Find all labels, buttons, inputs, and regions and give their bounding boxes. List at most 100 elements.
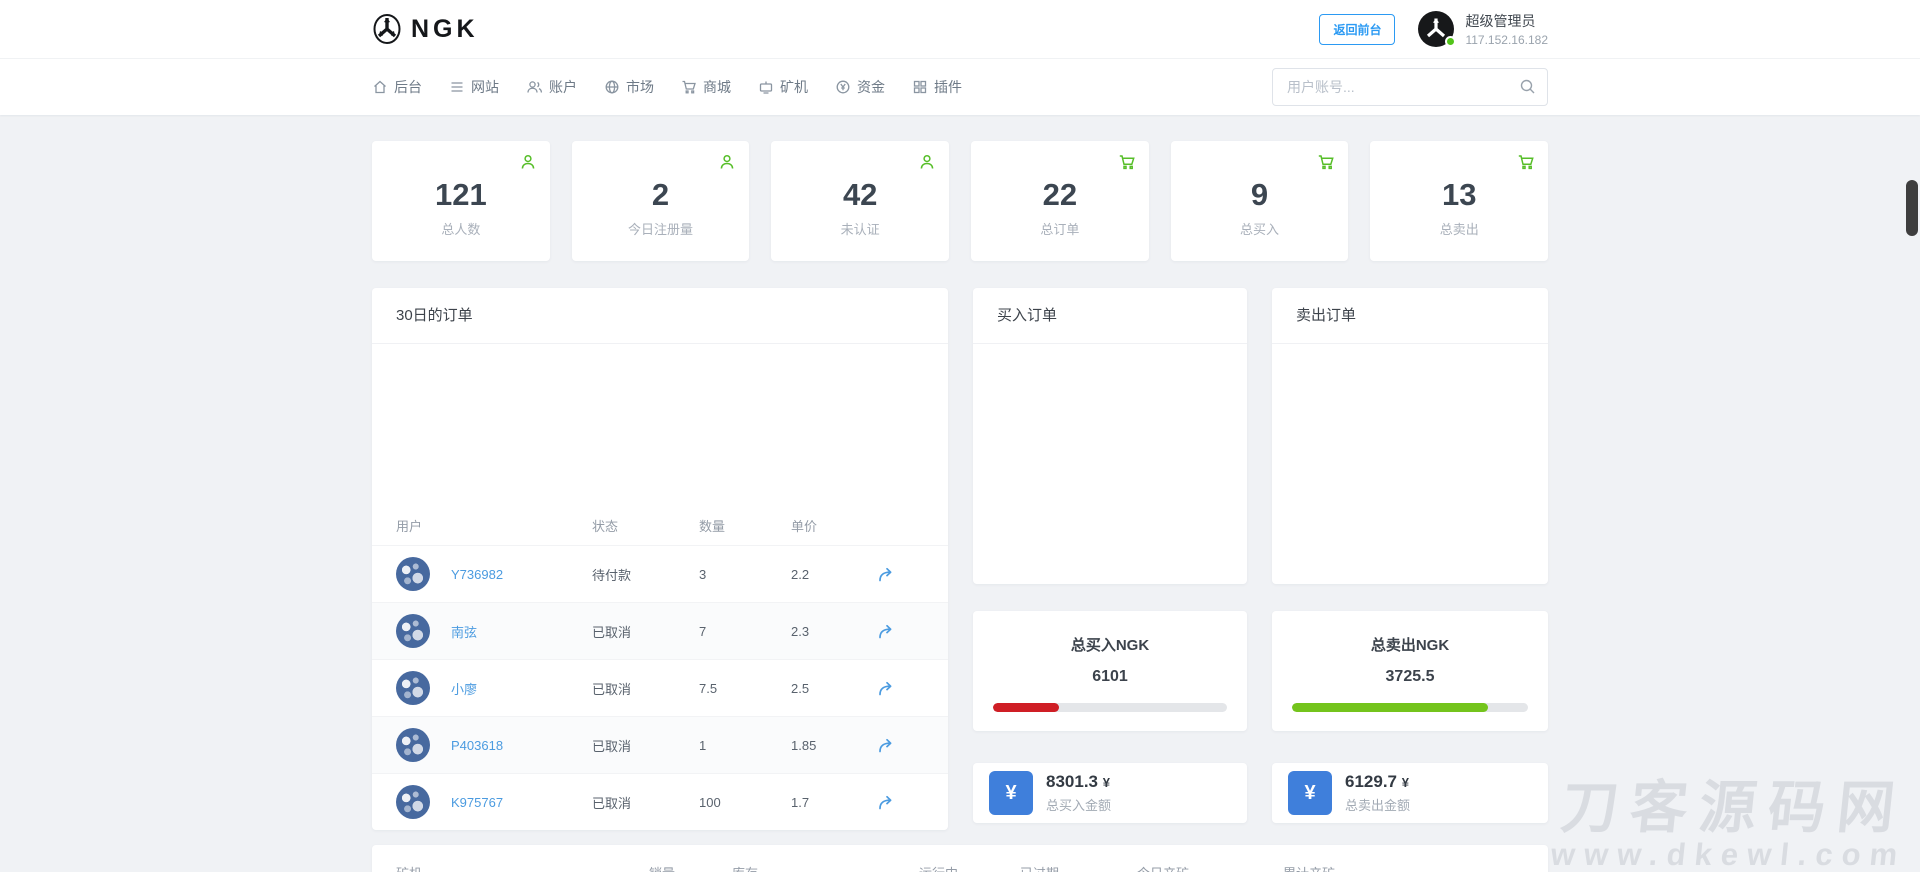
stat-label: 总买入 [1171, 219, 1349, 238]
back-to-front-button[interactable]: 返回前台 [1319, 14, 1395, 45]
buy-amount-currency: ¥ [1103, 775, 1110, 790]
nav-label: 矿机 [780, 77, 808, 97]
total-buy-amount-card: ¥ 8301.3 ¥ 总买入金额 [973, 763, 1247, 823]
stat-value: 121 [372, 178, 550, 212]
yuan-icon: ¥ [1288, 771, 1332, 815]
order-qty: 3 [699, 567, 791, 582]
nav-label: 资金 [857, 77, 885, 97]
total-buy-ngk-title: 总买入NGK [973, 634, 1247, 655]
order-row: P403618 已取消 1 1.85 [372, 716, 948, 773]
user-link[interactable]: Y736982 [451, 567, 503, 582]
plugin-grid-icon [912, 79, 928, 95]
nav-item-accounts[interactable]: 账户 [526, 77, 577, 97]
user-avatar [396, 728, 430, 762]
stat-card-unverified: 42 未认证 [771, 141, 949, 261]
order-price: 2.2 [791, 567, 877, 582]
nav-item-website[interactable]: 网站 [449, 77, 499, 97]
stat-value: 2 [572, 178, 750, 212]
total-buy-ngk-card: 总买入NGK 6101 [973, 611, 1247, 731]
nav-label: 后台 [394, 77, 422, 97]
col-price: 单价 [791, 516, 877, 535]
user-avatar [396, 671, 430, 705]
buy-amount-label: 总买入金额 [1046, 795, 1111, 814]
buy-orders-panel: 买入订单 [973, 288, 1247, 584]
order-status: 已取消 [592, 736, 699, 755]
order-status: 已取消 [592, 793, 699, 812]
user-link[interactable]: P403618 [451, 738, 503, 753]
nav-item-funds[interactable]: 资金 [835, 77, 885, 97]
sell-progress-bar [1292, 703, 1528, 712]
globe-icon [604, 79, 620, 95]
miners-table-header: 矿机销量库存运行中已过期今日产矿累计产矿 [372, 845, 1548, 872]
brand-logo: NGK [372, 13, 479, 45]
cart-icon [1118, 153, 1136, 171]
nav-item-market[interactable]: 市场 [604, 77, 654, 97]
miners-col-header: 今日产矿 [1137, 863, 1283, 872]
order-qty: 7.5 [699, 681, 791, 696]
stat-card-total-sell: 13 总卖出 [1370, 141, 1548, 261]
search-box [1272, 68, 1548, 106]
search-input[interactable] [1272, 68, 1548, 106]
order-detail-arrow-icon[interactable] [877, 623, 894, 640]
user-box[interactable]: 超级管理员 117.152.16.182 [1417, 10, 1548, 48]
nav-item-miners[interactable]: 矿机 [758, 77, 808, 97]
order-qty: 1 [699, 738, 791, 753]
total-sell-ngk-card: 总卖出NGK 3725.5 [1272, 611, 1548, 731]
miners-col-header: 销量 [649, 863, 732, 872]
ngk-logo-icon [372, 13, 402, 45]
vertical-scrollbar-thumb[interactable] [1906, 180, 1918, 236]
sell-amount-label: 总卖出金额 [1345, 795, 1410, 814]
order-price: 2.3 [791, 624, 877, 639]
order-detail-arrow-icon[interactable] [877, 737, 894, 754]
buy-amount-value: 8301.3 [1046, 772, 1098, 791]
total-sell-ngk-title: 总卖出NGK [1272, 634, 1548, 655]
col-qty: 数量 [699, 516, 791, 535]
user-avatar [396, 557, 430, 591]
stats-row: 121 总人数 2 今日注册量 42 未认证 [372, 141, 1548, 261]
stat-value: 22 [971, 178, 1149, 212]
logo-text: NGK [411, 15, 479, 44]
total-sell-amount-card: ¥ 6129.7 ¥ 总卖出金额 [1272, 763, 1548, 823]
user-avatar [396, 614, 430, 648]
buy-orders-empty-body [973, 344, 1247, 584]
sell-amount-currency: ¥ [1402, 775, 1409, 790]
admin-avatar[interactable] [1417, 10, 1455, 48]
stat-label: 总人数 [372, 219, 550, 238]
user-link[interactable]: K975767 [451, 795, 503, 810]
sell-amount-value: 6129.7 [1345, 772, 1397, 791]
order-detail-arrow-icon[interactable] [877, 680, 894, 697]
cart-icon [681, 79, 697, 95]
order-row: 小廖 已取消 7.5 2.5 [372, 659, 948, 716]
nav-label: 市场 [626, 77, 654, 97]
user-link[interactable]: 小廖 [451, 679, 477, 698]
list-icon [449, 79, 465, 95]
order-price: 1.7 [791, 795, 877, 810]
orders-30d-panel: 30日的订单 用户 状态 数量 单价 Y736982 [372, 288, 948, 830]
user-link[interactable]: 南弦 [451, 622, 477, 641]
buy-progress-bar [993, 703, 1227, 712]
sell-progress-fill [1292, 703, 1488, 712]
order-status: 已取消 [592, 679, 699, 698]
user-icon [519, 153, 537, 171]
buy-progress-fill [993, 703, 1059, 712]
stat-value: 13 [1370, 178, 1548, 212]
stat-label: 今日注册量 [572, 219, 750, 238]
total-sell-ngk-value: 3725.5 [1272, 668, 1548, 686]
order-qty: 100 [699, 795, 791, 810]
users-icon [526, 79, 543, 95]
home-icon [372, 79, 388, 95]
order-detail-arrow-icon[interactable] [877, 794, 894, 811]
miners-col-header: 库存 [732, 863, 919, 872]
nav-label: 商城 [703, 77, 731, 97]
miners-col-header: 已过期 [1020, 863, 1137, 872]
nav-item-dashboard[interactable]: 后台 [372, 77, 422, 97]
stat-card-total-users: 121 总人数 [372, 141, 550, 261]
total-buy-ngk-value: 6101 [973, 668, 1247, 686]
order-status: 待付款 [592, 565, 699, 584]
nav-item-plugins[interactable]: 插件 [912, 77, 962, 97]
nav-item-mall[interactable]: 商城 [681, 77, 731, 97]
cart-icon [1317, 153, 1335, 171]
cart-icon [1517, 153, 1535, 171]
order-detail-arrow-icon[interactable] [877, 566, 894, 583]
search-icon[interactable] [1519, 78, 1536, 95]
